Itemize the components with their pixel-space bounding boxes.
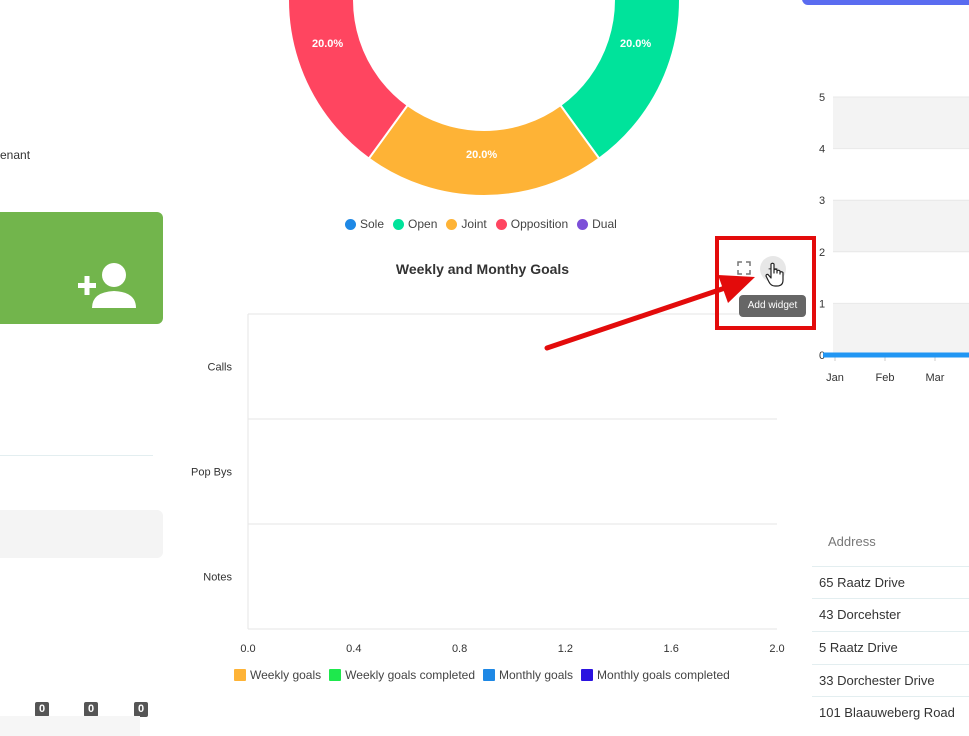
legend-item-sole[interactable]: Sole <box>345 217 384 231</box>
legend-label: Joint <box>461 217 487 231</box>
y-tick-label: 1 <box>819 298 825 310</box>
x-tick-label: Mar <box>926 372 945 384</box>
y-tick-label: 2 <box>819 247 825 259</box>
add-user-icon <box>78 263 136 308</box>
tenant-label: enant <box>0 148 31 162</box>
top-right-button[interactable] <box>802 0 969 5</box>
count-badge: 0 <box>134 702 148 717</box>
table-row[interactable]: 43 Dorcehster <box>812 598 969 630</box>
slice-label-joint: 20.0% <box>466 149 497 161</box>
monthly-line-chart: 543210 Jan Feb Mar <box>819 92 969 384</box>
legend-item-monthly-goals-completed[interactable]: Monthly goals completed <box>581 668 730 682</box>
grid-band <box>833 148 969 201</box>
address-column-header[interactable]: Address <box>828 534 876 549</box>
x-tick-label: 0.4 <box>346 643 361 655</box>
grid-band <box>833 97 969 149</box>
legend-marker <box>483 669 495 681</box>
y-tick-label: 4 <box>819 144 825 156</box>
legend-marker <box>345 218 356 230</box>
x-tick-label: 1.6 <box>664 643 679 655</box>
legend-item-open[interactable]: Open <box>393 217 437 231</box>
x-tick-label: 2.0 <box>769 643 784 655</box>
table-row[interactable]: 65 Raatz Drive <box>812 566 969 598</box>
legend-item-opposition[interactable]: Opposition <box>495 217 569 231</box>
grid-band <box>833 200 969 252</box>
legend-item-dual[interactable]: Dual <box>577 217 617 231</box>
goals-legend: Weekly goals Weekly goals completed Mont… <box>234 668 730 682</box>
x-tick-label: 0.0 <box>240 643 255 655</box>
legend-marker <box>329 669 342 681</box>
grid-band <box>833 251 969 304</box>
legend-marker <box>234 669 246 681</box>
legend-label: Open <box>408 217 438 231</box>
count-badge: 0 <box>35 702 49 717</box>
y-tick-label: Notes <box>203 572 232 584</box>
slice-label-open: 20.0% <box>620 38 651 50</box>
legend-label: Weekly goals completed <box>345 668 475 682</box>
divider <box>0 455 153 456</box>
legend-marker <box>495 218 507 230</box>
y-tick-label: Pop Bys <box>191 467 232 479</box>
x-tick-label: Jan <box>826 372 844 384</box>
legend-item-weekly-goals-completed[interactable]: Weekly goals completed <box>329 668 475 682</box>
x-tick-label: Feb <box>876 372 895 384</box>
x-tick-label: 0.8 <box>452 643 467 655</box>
legend-item-joint[interactable]: Joint <box>446 217 487 231</box>
table-strip <box>0 716 140 736</box>
annotation-arrow <box>544 275 755 351</box>
legend-marker <box>577 218 589 230</box>
donut-legend: Sole Open Joint Opposition Dual <box>345 217 617 231</box>
legend-label: Opposition <box>510 217 569 231</box>
count-badge: 0 <box>84 702 98 717</box>
legend-marker <box>393 218 405 230</box>
table-row[interactable]: 5 Raatz Drive <box>812 631 969 663</box>
table-row[interactable]: 101 Blaauweberg Road <box>812 696 969 728</box>
x-tick-label: 1.2 <box>558 643 573 655</box>
slice-label-opposition: 20.0% <box>312 38 343 50</box>
legend-label: Monthly goals completed <box>597 668 730 682</box>
y-tick-label: 3 <box>819 195 825 207</box>
legend-label: Dual <box>592 217 617 231</box>
y-tick-label: 5 <box>819 92 825 104</box>
legend-label: Weekly goals <box>250 668 322 682</box>
legend-item-monthly-goals[interactable]: Monthly goals <box>483 668 573 682</box>
y-tick-label: Calls <box>208 362 233 374</box>
legend-marker <box>581 669 594 681</box>
legend-marker <box>446 218 458 230</box>
info-panel <box>0 510 163 558</box>
legend-item-weekly-goals[interactable]: Weekly goals <box>234 668 321 682</box>
donut-chart: 20.0% 20.0% 20.0% <box>287 0 681 197</box>
legend-label: Monthly goals <box>499 668 574 682</box>
table-row[interactable]: 33 Dorchester Drive <box>812 664 969 696</box>
grid-band <box>833 303 969 355</box>
legend-label: Sole <box>360 217 385 231</box>
add-user-card[interactable] <box>0 212 163 324</box>
